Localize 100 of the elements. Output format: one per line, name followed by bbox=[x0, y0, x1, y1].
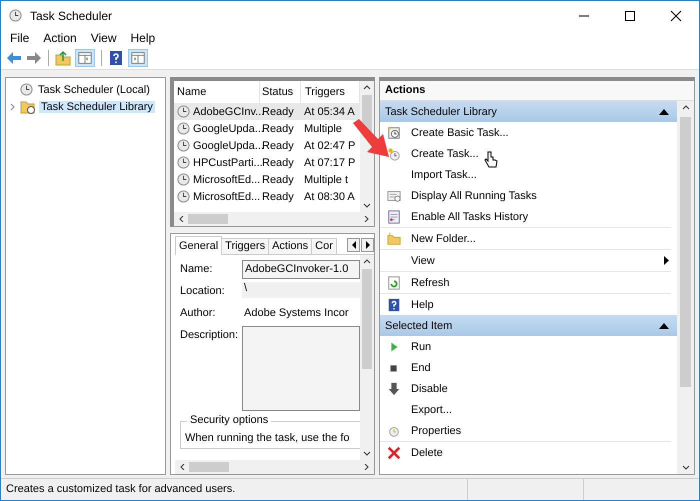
down-arrow-icon bbox=[387, 382, 401, 396]
scroll-right-icon[interactable] bbox=[362, 216, 370, 222]
collapse-triangle-icon[interactable] bbox=[659, 322, 669, 328]
command-link[interactable]: Disable bbox=[380, 378, 671, 399]
right-triangle-icon bbox=[364, 241, 370, 249]
hand-cursor-icon bbox=[484, 151, 498, 169]
chevron-icon[interactable] bbox=[9, 102, 17, 110]
command-link[interactable]: Delete bbox=[380, 441, 671, 463]
menu-item[interactable]: Action bbox=[36, 30, 84, 46]
clock-icon bbox=[387, 146, 401, 160]
tab[interactable]: Triggers bbox=[221, 238, 270, 254]
maximize-icon[interactable] bbox=[624, 10, 636, 22]
clock-icon bbox=[177, 105, 190, 118]
task-row[interactable]: GoogleUpda...Ready Multiple bbox=[174, 120, 360, 137]
table-cell: GoogleUpda... bbox=[193, 122, 264, 134]
scroll-up-icon[interactable] bbox=[363, 258, 371, 264]
group-title: Security options bbox=[187, 414, 272, 426]
status-text: Creates a customized task for advanced users. bbox=[5, 482, 236, 497]
scroll-thumb[interactable] bbox=[189, 462, 229, 472]
command-link[interactable]: Create Basic Task... bbox=[380, 122, 671, 143]
tree-item[interactable]: Task Scheduler (Local) bbox=[6, 81, 152, 98]
task-list-icon bbox=[387, 188, 401, 202]
pane-icon[interactable] bbox=[128, 48, 148, 66]
clock-icon bbox=[177, 156, 190, 169]
field-label: Location: bbox=[180, 284, 226, 297]
command-link[interactable]: Enable All Tasks History bbox=[380, 206, 671, 227]
field-label: Name: bbox=[180, 262, 214, 275]
scroll-down-icon[interactable] bbox=[363, 451, 371, 457]
command-link[interactable]: Export... bbox=[380, 399, 671, 420]
folder-up-icon[interactable] bbox=[55, 50, 71, 66]
scroll-thumb[interactable] bbox=[362, 269, 372, 369]
scrollbar[interactable] bbox=[175, 460, 374, 474]
table-cell-text: At 05:34 A bbox=[303, 106, 356, 118]
table-cell-text: At 02:47 P bbox=[303, 140, 356, 152]
collapse-triangle-icon[interactable] bbox=[659, 108, 669, 114]
command-link[interactable]: Import Task... bbox=[380, 164, 671, 185]
command-link[interactable]: Run bbox=[380, 336, 671, 357]
panel-title: Actions bbox=[380, 81, 694, 101]
tab-scroll-left-button[interactable] bbox=[347, 238, 360, 252]
scroll-up-icon[interactable] bbox=[363, 84, 371, 90]
submenu-arrow-icon bbox=[664, 256, 669, 265]
table-cell-text: Multiple bbox=[303, 122, 343, 134]
scrollbar[interactable] bbox=[677, 101, 694, 474]
command-link[interactable]: Display All Running Tasks bbox=[380, 185, 671, 206]
task-row[interactable]: GoogleUpda...Ready At 02:47 P bbox=[174, 137, 360, 154]
description-field[interactable] bbox=[242, 326, 360, 411]
command-link[interactable]: End bbox=[380, 357, 671, 378]
table-cell-text: Ready bbox=[261, 174, 295, 186]
table-cell-text: Multiple t bbox=[303, 174, 350, 186]
task-row[interactable]: HPCustParti...Ready At 07:17 P bbox=[174, 154, 360, 171]
tab[interactable]: Actions bbox=[268, 238, 312, 254]
left-triangle-icon bbox=[350, 241, 356, 249]
command-link[interactable]: Properties bbox=[380, 420, 671, 441]
field-label: Description: bbox=[180, 328, 240, 341]
scroll-down-icon[interactable] bbox=[363, 203, 371, 209]
tab[interactable]: General bbox=[175, 236, 222, 255]
section-header[interactable]: Selected Item bbox=[380, 315, 677, 336]
section-header[interactable]: Task Scheduler Library bbox=[380, 101, 677, 122]
name-field[interactable]: AdobeGCInvoker-1.0 bbox=[242, 260, 360, 279]
close-icon[interactable] bbox=[670, 10, 682, 22]
scrollbar[interactable] bbox=[360, 255, 374, 460]
folder-clock-icon bbox=[20, 100, 36, 114]
forward-arrow-icon[interactable] bbox=[26, 50, 42, 64]
table-cell: GoogleUpda... bbox=[193, 140, 264, 152]
scroll-left-icon[interactable] bbox=[178, 216, 186, 222]
task-row[interactable]: MicrosoftEd...Ready At 08:30 A bbox=[174, 188, 360, 205]
help-icon[interactable] bbox=[108, 50, 124, 66]
log-icon bbox=[387, 210, 401, 224]
window-title: Task Scheduler bbox=[30, 8, 112, 22]
clock-icon bbox=[177, 139, 190, 152]
tab[interactable]: Cor bbox=[311, 238, 337, 254]
app-icon bbox=[9, 9, 22, 22]
menu-item[interactable]: File bbox=[3, 30, 36, 46]
location-field: \ bbox=[242, 282, 360, 298]
command-link[interactable]: New Folder... bbox=[380, 227, 671, 249]
menu-item[interactable]: Help bbox=[124, 30, 162, 46]
table-cell: MicrosoftEd... bbox=[193, 190, 260, 202]
task-row[interactable]: MicrosoftEd...Ready Multiple t bbox=[174, 171, 360, 188]
menu-item[interactable]: View bbox=[84, 30, 124, 46]
table-cell: HPCustParti... bbox=[193, 156, 263, 168]
back-arrow-icon[interactable] bbox=[6, 50, 22, 64]
field-label: Author: bbox=[180, 306, 216, 319]
scroll-up-icon[interactable] bbox=[682, 104, 690, 110]
scroll-thumb[interactable] bbox=[680, 117, 691, 387]
table-cell: MicrosoftEd... bbox=[193, 174, 260, 186]
scrollbar[interactable] bbox=[174, 212, 374, 226]
help-icon bbox=[387, 298, 401, 312]
table-cell-text: At 07:17 P bbox=[303, 156, 356, 168]
scroll-down-icon[interactable] bbox=[682, 465, 690, 471]
command-link[interactable]: Refresh bbox=[380, 271, 671, 293]
tab-scroll-right-button[interactable] bbox=[361, 238, 374, 252]
author-text: Adobe Systems Incor bbox=[243, 306, 350, 319]
task-row[interactable]: AdobeGCInv...Ready At 05:34 A bbox=[174, 103, 360, 120]
pane-icon[interactable] bbox=[75, 48, 95, 66]
scroll-right-icon[interactable] bbox=[362, 464, 370, 470]
security-text: When running the task, use the fo bbox=[185, 432, 350, 444]
command-link[interactable]: View bbox=[380, 249, 671, 271]
scroll-left-icon[interactable] bbox=[179, 464, 187, 470]
clock-icon bbox=[177, 122, 190, 135]
scroll-thumb[interactable] bbox=[188, 214, 228, 224]
